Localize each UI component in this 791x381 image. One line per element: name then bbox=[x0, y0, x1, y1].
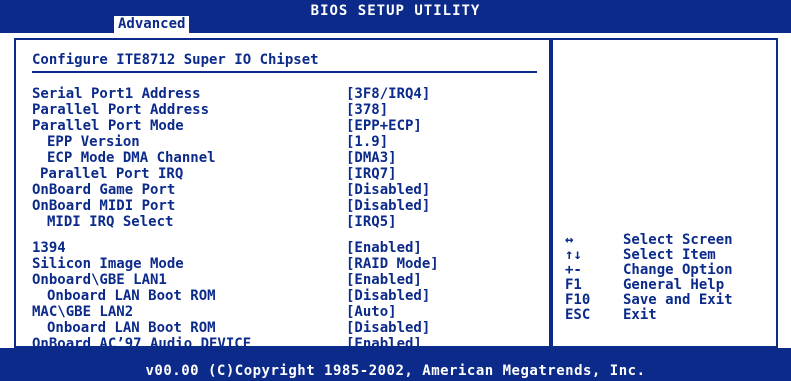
legend-general-help: F1 General Help bbox=[553, 278, 776, 293]
section-title: Configure ITE8712 Super IO Chipset bbox=[32, 52, 319, 68]
setting-label: ECP Mode DMA Channel bbox=[47, 150, 216, 166]
setting-label: 1394 bbox=[32, 240, 66, 256]
legend-save-exit: F10 Save and Exit bbox=[553, 293, 776, 308]
legend-desc: Select Item bbox=[623, 247, 716, 263]
setting-value[interactable]: [IRQ7] bbox=[346, 166, 397, 182]
setting-midi-irq-select[interactable]: MIDI IRQ Select [IRQ5] bbox=[16, 214, 549, 230]
setting-lan1-boot-rom[interactable]: Onboard LAN Boot ROM [Disabled] bbox=[16, 288, 549, 304]
setting-value[interactable]: [1.9] bbox=[346, 134, 388, 150]
setting-label: Parallel Port IRQ bbox=[40, 166, 184, 182]
setting-value[interactable]: [DMA3] bbox=[346, 150, 397, 166]
setting-1394[interactable]: 1394 [Enabled] bbox=[16, 240, 549, 256]
setting-label: Onboard LAN Boot ROM bbox=[47, 288, 216, 304]
setting-epp-version[interactable]: EPP Version [1.9] bbox=[16, 134, 549, 150]
legend-desc: Save and Exit bbox=[623, 292, 733, 308]
setting-value[interactable]: [Enabled] bbox=[346, 272, 422, 288]
setting-onboard-midi-port[interactable]: OnBoard MIDI Port [Disabled] bbox=[16, 198, 549, 214]
setting-value[interactable]: [Disabled] bbox=[346, 198, 430, 214]
setting-value[interactable]: [Disabled] bbox=[346, 182, 430, 198]
setting-value[interactable]: [Disabled] bbox=[346, 320, 430, 336]
title-bar: BIOS SETUP UTILITY Advanced bbox=[0, 0, 791, 33]
setting-value[interactable]: [EPP+ECP] bbox=[346, 118, 422, 134]
legend-desc: Change Option bbox=[623, 262, 733, 278]
setting-label: Serial Port1 Address bbox=[32, 86, 201, 102]
setting-value[interactable]: [378] bbox=[346, 102, 388, 118]
up-down-arrows-icon: ↑↓ bbox=[565, 247, 582, 263]
setting-onboard-game-port[interactable]: OnBoard Game Port [Disabled] bbox=[16, 182, 549, 198]
legend-change-option: +- Change Option bbox=[553, 263, 776, 278]
settings-panel: Configure ITE8712 Super IO Chipset Seria… bbox=[14, 38, 551, 352]
setting-label: Silicon Image Mode bbox=[32, 256, 184, 272]
setting-onboard-gbe-lan1[interactable]: Onboard\GBE LAN1 [Enabled] bbox=[16, 272, 549, 288]
setting-parallel-port-mode[interactable]: Parallel Port Mode [EPP+ECP] bbox=[16, 118, 549, 134]
setting-label: OnBoard MIDI Port bbox=[32, 198, 176, 214]
setting-silicon-image-mode[interactable]: Silicon Image Mode [RAID Mode] bbox=[16, 256, 549, 272]
section-divider bbox=[32, 71, 537, 73]
legend-key: F1 bbox=[565, 277, 582, 293]
setting-label: Onboard LAN Boot ROM bbox=[47, 320, 216, 336]
setting-mac-gbe-lan2[interactable]: MAC\GBE LAN2 [Auto] bbox=[16, 304, 549, 320]
setting-value[interactable]: [3F8/IRQ4] bbox=[346, 86, 430, 102]
setting-serial-port1-address[interactable]: Serial Port1 Address [3F8/IRQ4] bbox=[16, 86, 549, 102]
setting-parallel-port-irq[interactable]: Parallel Port IRQ [IRQ7] bbox=[16, 166, 549, 182]
legend-exit: ESC Exit bbox=[553, 308, 776, 323]
setting-label: OnBoard Game Port bbox=[32, 182, 176, 198]
tab-advanced[interactable]: Advanced bbox=[114, 16, 190, 33]
setting-ecp-mode-dma-channel[interactable]: ECP Mode DMA Channel [DMA3] bbox=[16, 150, 549, 166]
setting-value[interactable]: [Enabled] bbox=[346, 240, 422, 256]
copyright-text: v00.00 (C)Copyright 1985-2002, American … bbox=[145, 363, 646, 379]
help-panel: ↔ Select Screen ↑↓ Select Item +- Change… bbox=[551, 38, 778, 348]
legend-select-screen: ↔ Select Screen bbox=[553, 233, 776, 248]
setting-parallel-port-address[interactable]: Parallel Port Address [378] bbox=[16, 102, 549, 118]
setting-label: Onboard\GBE LAN1 bbox=[32, 272, 167, 288]
setting-value[interactable]: [IRQ5] bbox=[346, 214, 397, 230]
legend-key: ESC bbox=[565, 307, 591, 323]
setting-label: MIDI IRQ Select bbox=[47, 214, 174, 230]
bios-screen: BIOS SETUP UTILITY Advanced Configure IT… bbox=[0, 0, 791, 381]
footer-bar: v00.00 (C)Copyright 1985-2002, American … bbox=[0, 348, 791, 381]
setting-label: MAC\GBE LAN2 bbox=[32, 304, 134, 320]
setting-lan2-boot-rom[interactable]: Onboard LAN Boot ROM [Disabled] bbox=[16, 320, 549, 336]
legend-select-item: ↑↓ Select Item bbox=[553, 248, 776, 263]
setting-value[interactable]: [RAID Mode] bbox=[346, 256, 439, 272]
setting-label: EPP Version bbox=[47, 134, 140, 150]
setting-value[interactable]: [Auto] bbox=[346, 304, 397, 320]
left-right-arrows-icon: ↔ bbox=[565, 232, 574, 248]
legend-desc: General Help bbox=[623, 277, 725, 293]
legend-key: F10 bbox=[565, 292, 591, 308]
plus-minus-icon: +- bbox=[565, 262, 582, 278]
legend-desc: Select Screen bbox=[623, 232, 733, 248]
setting-label: Parallel Port Address bbox=[32, 102, 210, 118]
setting-label: Parallel Port Mode bbox=[32, 118, 184, 134]
setting-value[interactable]: [Disabled] bbox=[346, 288, 430, 304]
legend-desc: Exit bbox=[623, 307, 657, 323]
